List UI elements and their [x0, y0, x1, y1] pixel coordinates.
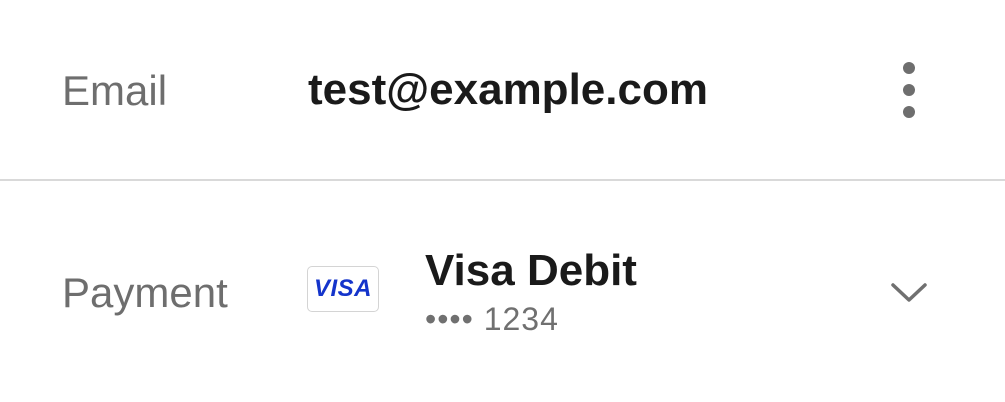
card-number-masked: •••• 1234: [425, 301, 559, 337]
card-name: Visa Debit: [425, 246, 637, 295]
chevron-down-icon: [891, 283, 927, 302]
visa-logo-text: VISA: [313, 275, 372, 302]
expand-payment-button[interactable]: [888, 277, 930, 307]
more-vertical-icon-dot: [903, 106, 915, 118]
payment-row[interactable]: Payment VISA Visa Debit •••• 1234: [0, 181, 1005, 402]
more-options-button[interactable]: [892, 62, 926, 118]
visa-card-icon: VISA: [307, 266, 379, 312]
more-vertical-icon: [903, 62, 915, 74]
more-vertical-icon-dot: [903, 84, 915, 96]
email-value: test@example.com: [308, 65, 708, 114]
email-label: Email: [62, 67, 168, 114]
payment-label: Payment: [62, 269, 228, 316]
email-row: Email test@example.com: [0, 0, 1005, 179]
